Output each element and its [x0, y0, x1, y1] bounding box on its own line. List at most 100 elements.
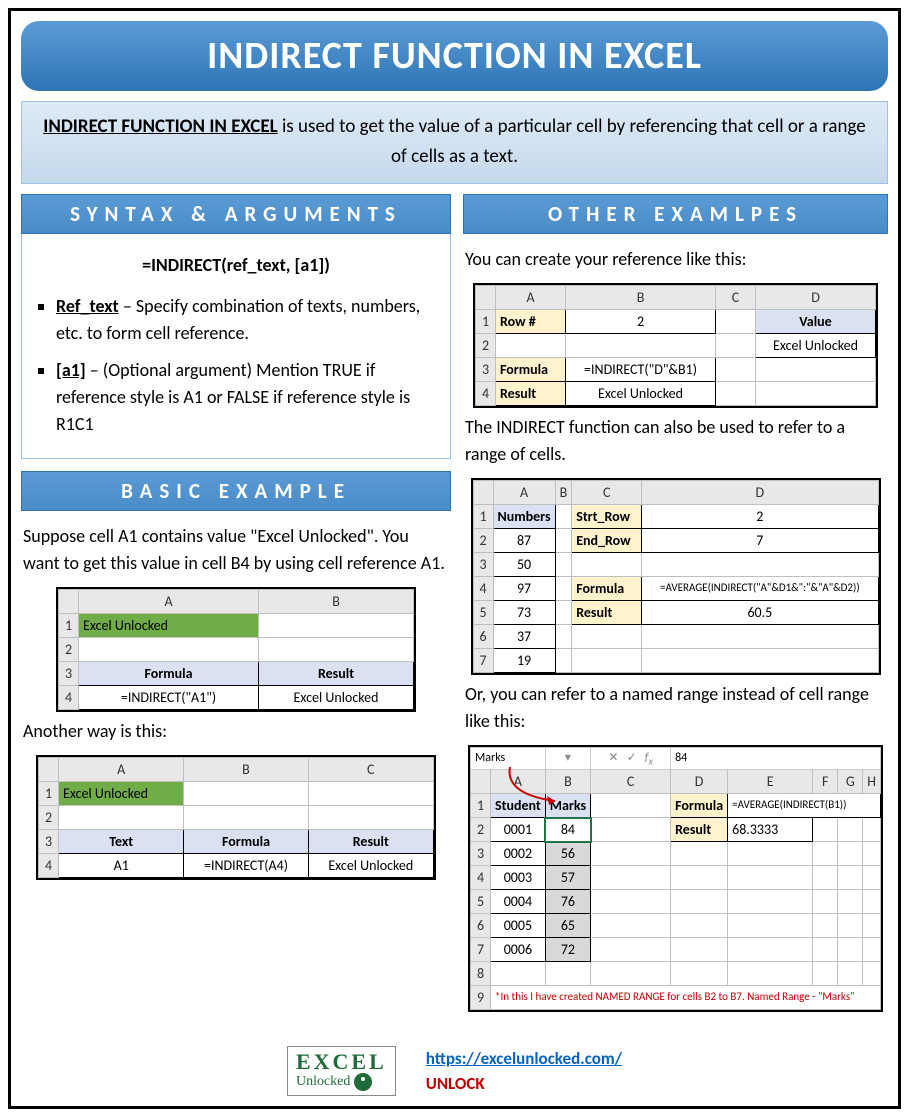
basic-body: Suppose cell A1 contains value "Excel Un… [21, 511, 451, 892]
cell: 60.5 [642, 600, 878, 624]
syntax-header: SYNTAX & ARGUMENTS [21, 194, 451, 234]
other-header: OTHER EXAMLPES [463, 194, 888, 234]
col-header: D [642, 480, 878, 504]
cell: 97 [493, 576, 555, 600]
cell: A1 [59, 853, 184, 877]
intro-bold: INDIRECT FUNCTION IN EXCEL [43, 115, 277, 138]
cell: Excel Unlocked [79, 613, 259, 637]
cell: 56 [545, 842, 590, 866]
basic-p2: Another way is this: [23, 718, 449, 745]
cell [259, 637, 414, 661]
cell: Formula [496, 357, 566, 381]
cell: 2 [642, 504, 878, 528]
cell: 87 [493, 528, 555, 552]
col-header: A [79, 589, 259, 613]
intro-text: is used to get the value of a particular… [278, 115, 866, 168]
cell [59, 805, 184, 829]
syntax-formula: =INDIRECT(ref_text, [a1]) [34, 252, 438, 279]
cell [716, 333, 756, 357]
cell: Excel Unlocked [259, 685, 414, 709]
cell: Formula [572, 576, 642, 600]
cell: 84 [545, 818, 590, 842]
cell: Formula [671, 794, 728, 818]
document-frame: INDIRECT FUNCTION IN EXCEL INDIRECT FUNC… [8, 8, 901, 1109]
arg-name: Ref_text [56, 295, 119, 317]
cell: =INDIRECT("D"&B1) [566, 357, 716, 381]
cell [716, 357, 756, 381]
cell [184, 805, 308, 829]
cell: 0002 [491, 842, 546, 866]
other-p1: You can create your reference like this: [465, 246, 886, 273]
cell [555, 528, 572, 552]
cell: Formula [79, 661, 259, 685]
logo-text-1: EXCEL [296, 1049, 387, 1074]
cell [642, 552, 878, 576]
other-body: You can create your reference like this:… [463, 234, 888, 1024]
col-header: B [566, 285, 716, 309]
other-table-1: ABCD 1Row #2Value 2Excel Unlocked 3Formu… [473, 283, 878, 408]
cell: =AVERAGE(INDIRECT("A"&D1&":"&"A"&D2)) [642, 576, 878, 600]
cell [496, 333, 566, 357]
unlock-label: UNLOCK [426, 1073, 622, 1094]
cell: Formula [184, 829, 308, 853]
col-header: A [491, 770, 546, 794]
cell [79, 637, 259, 661]
cell [555, 576, 572, 600]
cell: Student [491, 794, 546, 818]
cell [184, 781, 308, 805]
col-header: E [728, 770, 813, 794]
cell: Excel Unlocked [566, 381, 716, 405]
argument-list: Ref_text – Specify combination of texts,… [34, 293, 438, 438]
cell [555, 600, 572, 624]
dropdown-icon: ▾ [545, 747, 590, 769]
cell: 76 [545, 890, 590, 914]
arg-name: [a1] [56, 359, 86, 381]
cell [756, 357, 876, 381]
cell: 0005 [491, 914, 546, 938]
list-item: Ref_text – Specify combination of texts,… [56, 293, 438, 347]
col-header: B [545, 770, 590, 794]
formula-bar-value: 84 [671, 747, 881, 769]
other-p2: The INDIRECT function can also be used t… [465, 414, 886, 468]
cell: Value [756, 309, 876, 333]
cell [572, 624, 642, 648]
col-header: C [716, 285, 756, 309]
cell: Result [671, 818, 728, 842]
cell: Excel Unlocked [59, 781, 184, 805]
intro-box: INDIRECT FUNCTION IN EXCEL is used to ge… [21, 101, 888, 184]
cell: 37 [493, 624, 555, 648]
cell: 73 [493, 600, 555, 624]
cell [308, 781, 433, 805]
website-link[interactable]: https://excelunlocked.com/ [426, 1048, 622, 1069]
col-header: H [863, 770, 881, 794]
cell: Result [572, 600, 642, 624]
col-header: B [555, 480, 572, 504]
col-header: D [671, 770, 728, 794]
cell: Marks [545, 794, 590, 818]
cell: 7 [642, 528, 878, 552]
excel-unlocked-logo: EXCEL Unlocked [287, 1046, 396, 1096]
cell: End_Row [572, 528, 642, 552]
col-header: D [756, 285, 876, 309]
footnote: *In this I have created NAMED RANGE for … [491, 986, 881, 1010]
cell [308, 805, 433, 829]
cell [555, 624, 572, 648]
cell: 2 [566, 309, 716, 333]
cell: 50 [493, 552, 555, 576]
cell: =INDIRECT("A1") [79, 685, 259, 709]
cell: 68.3333 [728, 818, 813, 842]
cell: 0004 [491, 890, 546, 914]
keyhole-icon [354, 1073, 372, 1091]
cell: 0006 [491, 938, 546, 962]
col-header: B [259, 589, 414, 613]
basic-header: BASIC EXAMPLE [21, 471, 451, 511]
cell: Numbers [493, 504, 555, 528]
cell: 0001 [491, 818, 546, 842]
cell: 57 [545, 866, 590, 890]
basic-p1: Suppose cell A1 contains value "Excel Un… [23, 523, 449, 577]
cell: Result [496, 381, 566, 405]
cell [555, 648, 572, 672]
other-table-3: Marks ▾ ✕ ✓ fx 84 A B C D E F [468, 745, 883, 1012]
cell: 65 [545, 914, 590, 938]
cell: 0003 [491, 866, 546, 890]
